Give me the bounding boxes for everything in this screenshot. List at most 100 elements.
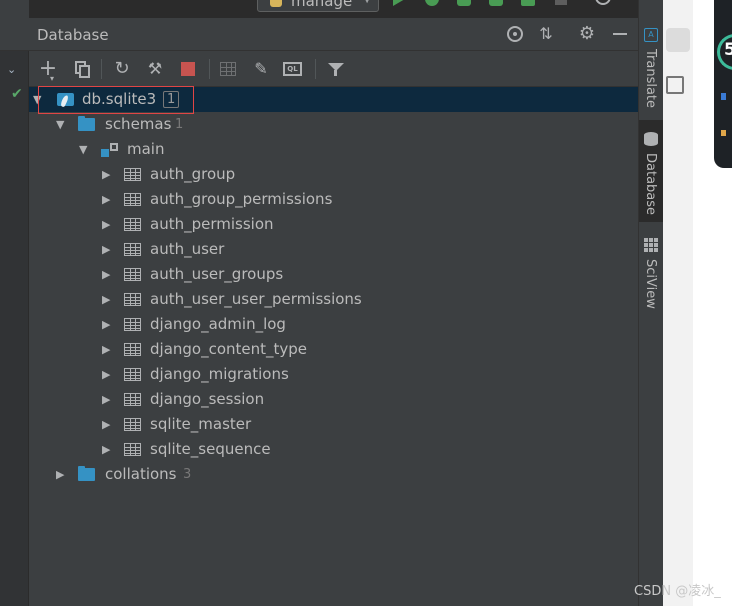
tree-node-main[interactable]: ▼ main <box>29 137 638 162</box>
tab-database-label: Database <box>643 153 658 216</box>
tab-translate-label: Translate <box>643 49 658 109</box>
tree-node-collations[interactable]: ▶ collations 3 <box>29 462 638 487</box>
tree-node-table[interactable]: ▶ sqlite_master <box>29 412 638 437</box>
stop-icon[interactable] <box>178 59 198 79</box>
table-icon <box>124 193 141 206</box>
main-toolbar: manage ▼ <box>229 0 639 12</box>
collapsed-arrow-icon[interactable]: ▶ <box>102 312 110 337</box>
copy-icon[interactable] <box>71 59 91 79</box>
collapsed-arrow-icon[interactable]: ▶ <box>102 237 110 262</box>
table-label: auth_user_groups <box>150 265 284 283</box>
widget-panel: 5 <box>714 0 732 168</box>
database-tool-window: Database ⇅ ⚙ + ▾ ↻ ⚒ ✎ QL ▼ db.sqlite3 1… <box>29 18 638 606</box>
tab-sciview[interactable]: SciView <box>639 232 664 312</box>
table-label: sqlite_sequence <box>150 440 271 458</box>
add-icon[interactable]: + ▾ <box>38 58 58 84</box>
table-icon[interactable] <box>218 59 238 79</box>
gauge-value: 5 <box>724 40 732 60</box>
expanded-arrow-icon[interactable]: ▼ <box>56 112 64 137</box>
table-icon <box>124 343 141 356</box>
collapsed-arrow-icon[interactable]: ▶ <box>102 337 110 362</box>
run-configuration-select[interactable]: manage ▼ <box>257 0 379 12</box>
schema-icon <box>101 143 118 157</box>
table-icon <box>124 318 141 331</box>
right-tool-strip: A Translate Database SciView <box>638 0 664 606</box>
tree-node-table[interactable]: ▶ django_content_type <box>29 337 638 362</box>
panel-title: Database <box>37 26 109 44</box>
tree-node-table[interactable]: ▶ auth_user <box>29 237 638 262</box>
tree-node-table[interactable]: ▶ auth_group_permissions <box>29 187 638 212</box>
schemas-count: 1 <box>175 117 184 132</box>
database-icon[interactable] <box>666 28 690 52</box>
chevron-down-icon[interactable]: ⌄ <box>7 63 16 76</box>
minimize-icon[interactable] <box>610 24 630 44</box>
refresh-icon[interactable]: ↻ <box>112 59 132 79</box>
toolbar-separator <box>315 59 316 79</box>
collapsed-arrow-icon[interactable]: ▶ <box>56 462 64 487</box>
tree-node-table[interactable]: ▶ auth_user_groups <box>29 262 638 287</box>
search-icon[interactable] <box>595 0 611 5</box>
filter-icon[interactable] <box>325 59 345 79</box>
tree-node-table[interactable]: ▶ auth_permission <box>29 212 638 237</box>
expanded-arrow-icon[interactable]: ▼ <box>79 137 87 162</box>
secondary-strip <box>663 0 693 606</box>
collapsed-arrow-icon[interactable]: ▶ <box>102 412 110 437</box>
table-label: django_admin_log <box>150 315 286 333</box>
stop-run-icon[interactable] <box>555 0 567 5</box>
collapsed-arrow-icon[interactable]: ▶ <box>102 387 110 412</box>
properties-icon[interactable]: ⚒ <box>145 59 165 79</box>
concurrency-icon[interactable] <box>521 0 535 6</box>
edit-icon[interactable]: ✎ <box>251 59 271 79</box>
table-label: auth_user <box>150 240 225 258</box>
table-icon <box>124 218 141 231</box>
collapsed-arrow-icon[interactable]: ▶ <box>102 212 110 237</box>
table-icon <box>124 268 141 281</box>
table-icon <box>124 368 141 381</box>
tree-node-schemas[interactable]: ▼ schemas 1 <box>29 112 638 137</box>
tab-database[interactable]: Database <box>639 120 664 222</box>
profile-icon[interactable] <box>489 0 503 6</box>
gear-icon[interactable]: ⚙ <box>577 24 597 44</box>
toolbar-separator <box>209 59 210 79</box>
collapsed-arrow-icon[interactable]: ▶ <box>102 362 110 387</box>
table-label: auth_group_permissions <box>150 190 333 208</box>
toolbar-separator <box>101 59 102 79</box>
collations-label: collations <box>105 465 177 483</box>
collapsed-arrow-icon[interactable]: ▶ <box>102 162 110 187</box>
tab-translate[interactable]: A Translate <box>639 22 664 114</box>
collapsed-arrow-icon[interactable]: ▶ <box>102 437 110 462</box>
tree-node-table[interactable]: ▶ django_session <box>29 387 638 412</box>
tree-node-table[interactable]: ▶ sqlite_sequence <box>29 437 638 462</box>
crosshair-icon[interactable] <box>505 24 525 44</box>
tree-node-table[interactable]: ▶ auth_user_user_permissions <box>29 287 638 312</box>
panel-toolbar: + ▾ ↻ ⚒ ✎ QL <box>29 51 638 87</box>
chart-icon[interactable] <box>666 76 684 94</box>
folder-icon <box>78 466 95 481</box>
run-icon[interactable] <box>393 0 405 6</box>
tree-node-table[interactable]: ▶ django_migrations <box>29 362 638 387</box>
gutter-header <box>0 0 29 51</box>
collations-count: 3 <box>183 467 192 482</box>
sciview-icon <box>644 238 658 252</box>
table-icon <box>124 443 141 456</box>
ide-window: ⌄ ✔ manage ▼ Database ⇅ ⚙ +▾ ↻ ⚒ <box>0 0 732 606</box>
ql-console-icon[interactable]: QL <box>282 59 302 79</box>
run-configuration-label: manage <box>291 0 353 10</box>
highlight-annotation <box>38 86 194 114</box>
collapsed-arrow-icon[interactable]: ▶ <box>102 287 110 312</box>
download-icon <box>721 130 726 136</box>
collapsed-arrow-icon[interactable]: ▶ <box>102 262 110 287</box>
table-label: django_content_type <box>150 340 308 358</box>
coverage-icon[interactable] <box>457 0 471 6</box>
table-icon <box>124 168 141 181</box>
debug-icon[interactable] <box>425 0 439 6</box>
upload-icon <box>721 93 726 100</box>
tree-node-table[interactable]: ▶ auth_group <box>29 162 638 187</box>
translate-icon: A <box>644 28 658 42</box>
panel-header: Database ⇅ ⚙ <box>29 18 638 51</box>
editor-gutter: ⌄ ✔ <box>0 0 29 606</box>
tab-sciview-label: SciView <box>643 259 658 309</box>
collapsed-arrow-icon[interactable]: ▶ <box>102 187 110 212</box>
collapse-all-icon[interactable]: ⇅ <box>536 24 556 44</box>
tree-node-table[interactable]: ▶ django_admin_log <box>29 312 638 337</box>
